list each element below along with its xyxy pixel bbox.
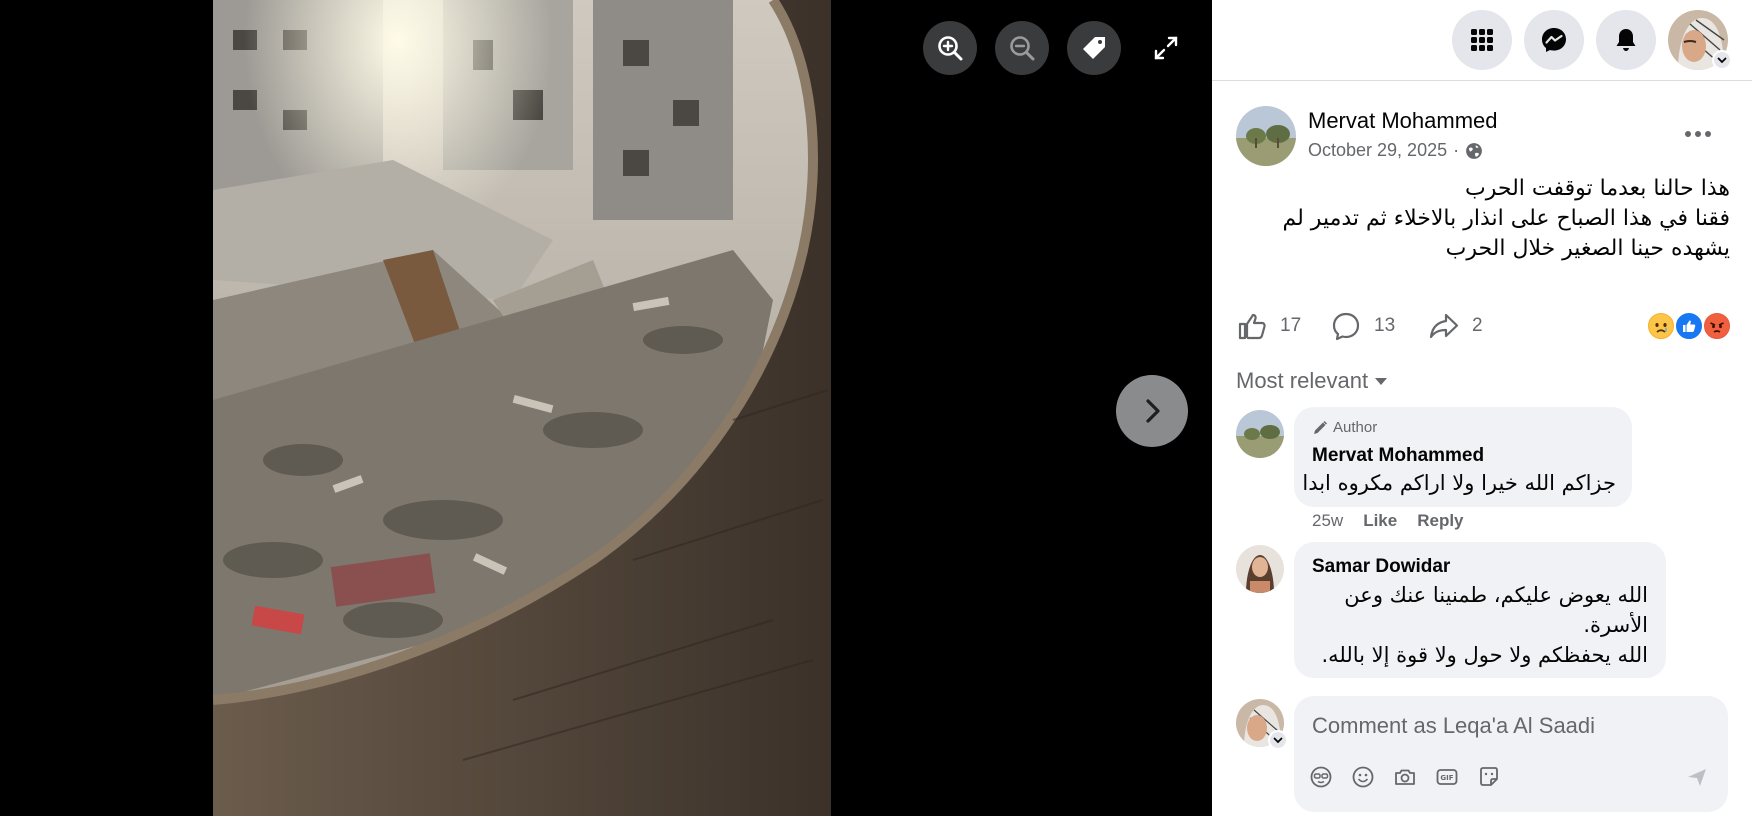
angry-face-icon (1705, 314, 1729, 338)
author-badge-label: Author (1333, 419, 1378, 436)
like-button[interactable]: 17 (1236, 308, 1301, 344)
post-text: هذا حالنا بعدما توقفت الحرب فقنا في هذا … (1250, 174, 1730, 264)
zoom-in-button[interactable] (923, 21, 977, 75)
sticker-button[interactable] (1474, 762, 1504, 792)
messenger-button[interactable] (1524, 10, 1584, 70)
globe-icon (1466, 142, 1482, 159)
comment-text-line: الأسرة. (1583, 613, 1648, 637)
post-options-button[interactable] (1680, 116, 1716, 152)
comment-bubble: Samar Dowidar الله يعوض عليكم، طمنينا عن… (1294, 542, 1666, 678)
sticker-icon (1480, 767, 1498, 786)
tag-icon (1083, 37, 1105, 59)
bell-icon (1616, 29, 1636, 51)
zoom-in-icon (938, 36, 963, 61)
comment-composer: GIF (1294, 696, 1728, 812)
send-icon (1688, 769, 1706, 786)
photo-button[interactable] (1390, 762, 1420, 792)
post-photo[interactable] (213, 0, 831, 816)
top-bar (1212, 0, 1752, 81)
svg-text:GIF: GIF (1440, 774, 1453, 782)
avatar-image (1236, 545, 1284, 593)
meta-separator: · (1453, 140, 1460, 160)
zoom-out-button[interactable] (995, 21, 1049, 75)
gif-icon: GIF (1436, 769, 1458, 785)
comment-actions: 25w Like Reply (1312, 511, 1464, 531)
share-icon (1429, 313, 1459, 339)
comment-count: 13 (1374, 315, 1396, 336)
composer-profile-chevron[interactable] (1268, 730, 1288, 750)
avatar-image (1236, 410, 1284, 458)
comment-time[interactable]: 25w (1312, 511, 1343, 531)
comment-author-avatar[interactable] (1236, 410, 1284, 458)
comment-author-name[interactable]: Samar Dowidar (1312, 556, 1450, 578)
avatar-sticker-button[interactable] (1306, 762, 1336, 792)
like-count: 17 (1280, 315, 1302, 336)
post-date[interactable]: October 29, 2025 (1308, 140, 1447, 161)
fullscreen-button[interactable] (1139, 21, 1193, 75)
zoom-out-icon (1010, 36, 1035, 61)
sad-face-icon (1649, 314, 1673, 338)
photo-illustration (213, 0, 831, 816)
comment-sort-dropdown[interactable]: Most relevant (1236, 368, 1388, 394)
post-meta: October 29, 2025 · (1308, 140, 1483, 161)
caret-down-icon (1375, 378, 1388, 385)
avatar-sticker-icon (1310, 766, 1332, 788)
post-author-name[interactable]: Mervat Mohammed (1308, 108, 1498, 134)
comment-text-line: الله يحفظكم ولا حول ولا قوة إلا بالله. (1321, 643, 1648, 667)
angry-reaction-icon (1702, 311, 1732, 341)
fullscreen-icon (1154, 36, 1178, 60)
comment-button[interactable]: 13 (1330, 308, 1395, 344)
more-dots-icon (1685, 131, 1711, 137)
post-panel: Mervat Mohammed October 29, 2025 · هذا ح… (1212, 0, 1752, 816)
send-comment-button[interactable] (1682, 762, 1712, 792)
post-text-line: يشهده حينا الصغير خلال الحرب (1445, 236, 1730, 261)
comment-reply-button[interactable]: Reply (1417, 511, 1463, 531)
menu-button[interactable] (1452, 10, 1512, 70)
messenger-icon (1542, 28, 1566, 52)
comment-input[interactable] (1312, 710, 1702, 742)
chevron-down-icon (1273, 737, 1283, 744)
media-viewer (0, 0, 1212, 816)
share-count: 2 (1472, 315, 1483, 336)
notifications-button[interactable] (1596, 10, 1656, 70)
emoji-icon (1352, 766, 1374, 788)
sad-reaction-icon (1646, 311, 1676, 341)
grid-menu-icon (1471, 29, 1493, 51)
chevron-down-icon (1717, 57, 1727, 64)
next-photo-button[interactable] (1116, 375, 1188, 447)
reaction-summary[interactable] (1646, 311, 1734, 341)
gif-button[interactable]: GIF (1432, 762, 1462, 792)
share-button[interactable]: 2 (1428, 308, 1483, 344)
thumbs-up-icon (1238, 313, 1266, 340)
emoji-button[interactable] (1348, 762, 1378, 792)
account-menu-chevron[interactable] (1712, 50, 1732, 70)
author-badge: Author (1312, 419, 1377, 436)
chevron-right-icon (1146, 399, 1160, 423)
sort-label: Most relevant (1236, 368, 1369, 393)
comment-text: الله يعوض عليكم، طمنينا عنك وعن الأسرة. … (1318, 580, 1648, 670)
like-reaction-icon (1674, 311, 1704, 341)
avatar-image (1236, 106, 1296, 166)
thumbs-up-icon (1677, 314, 1701, 338)
comment-author-avatar[interactable] (1236, 545, 1284, 593)
comment-text-line: الله يعوض عليكم، طمنينا عنك وعن (1344, 583, 1648, 607)
author-avatar[interactable] (1236, 106, 1296, 166)
post-text-line: هذا حالنا بعدما توقفت الحرب (1465, 176, 1730, 201)
comment-text: جزاكم الله خيرا ولا اراكم مكروه ابدا (1302, 471, 1616, 495)
comment-like-button[interactable]: Like (1363, 511, 1397, 531)
comment-author-name[interactable]: Mervat Mohammed (1312, 445, 1484, 467)
camera-icon (1395, 769, 1415, 785)
comment-bubble: Author Mervat Mohammed جزاكم الله خيرا و… (1294, 407, 1632, 507)
pen-icon (1314, 420, 1328, 434)
post-text-line: فقنا في هذا الصباح على انذار بالاخلاء ثم… (1282, 206, 1730, 231)
comment-icon (1332, 312, 1360, 341)
tag-button[interactable] (1067, 21, 1121, 75)
